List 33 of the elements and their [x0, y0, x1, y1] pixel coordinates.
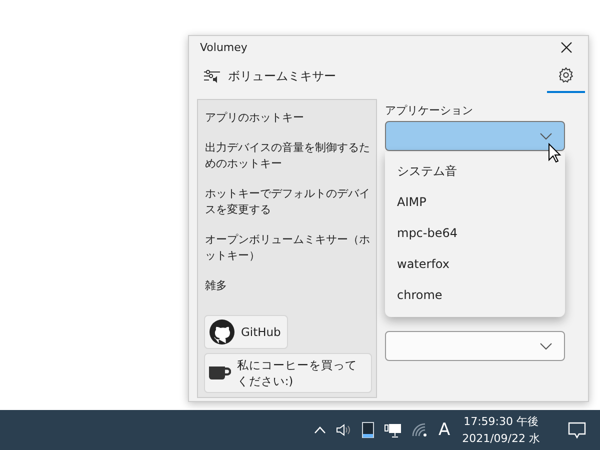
chevron-icon — [540, 342, 552, 350]
coffee-button[interactable]: 私にコーヒーを買ってください:) — [204, 353, 372, 393]
dropdown-option[interactable]: AIMP — [385, 187, 565, 218]
notification-icon[interactable] — [568, 422, 586, 438]
settings-icon — [558, 67, 574, 83]
sidebar-item[interactable]: 雑多 — [205, 278, 372, 294]
battery-icon[interactable] — [362, 422, 374, 438]
speaker-icon[interactable] — [336, 423, 352, 437]
window-title: Volumey — [200, 40, 248, 54]
wifi-icon[interactable] — [412, 423, 428, 437]
network-icon[interactable] — [384, 422, 402, 438]
github-button[interactable]: GitHub — [204, 315, 288, 349]
clock-time[interactable]: 17:59:30 午後 — [464, 413, 538, 430]
dropdown-option[interactable]: mpc-be64 — [385, 218, 565, 249]
mouse-pointer-icon — [548, 143, 562, 163]
mixer-icon — [204, 69, 220, 83]
chevron-icon — [540, 132, 552, 140]
dropdown-option[interactable]: waterfox — [385, 249, 565, 280]
sidebar-item[interactable]: アプリのホットキー — [205, 110, 372, 126]
sidebar-item[interactable]: オープンボリュームミキサー（ホットキー） — [205, 232, 372, 264]
dropdown-option[interactable]: chrome — [385, 280, 565, 311]
page-title: ボリュームミキサー — [228, 68, 337, 84]
sidebar-item[interactable]: ホットキーでデフォルトのデバイスを変更する — [205, 186, 372, 218]
sidebar-item[interactable]: 出力デバイスの音量を制御するためのホットキー — [205, 140, 372, 172]
cat-logo-icon — [209, 319, 235, 345]
dropdown[interactable] — [385, 331, 565, 361]
close-icon[interactable] — [561, 42, 572, 52]
application-dropdown[interactable] — [385, 121, 565, 151]
input-method-indicator[interactable]: A — [438, 420, 450, 440]
clock-date[interactable]: 2021/09/22 水 — [462, 430, 540, 447]
dropdown-option[interactable]: システム音 — [385, 156, 565, 187]
chevron-up-icon[interactable] — [314, 426, 326, 434]
field-label: アプリケーション — [385, 103, 474, 118]
